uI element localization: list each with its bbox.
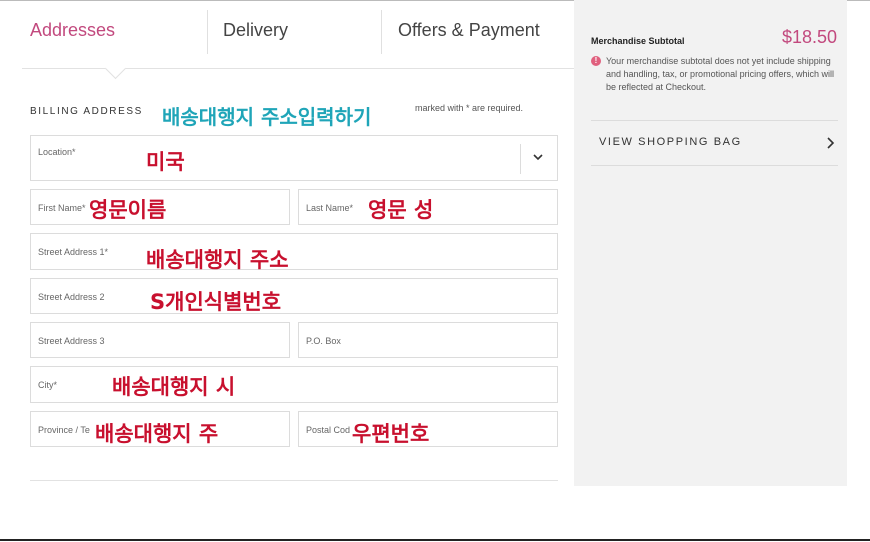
street-address-1-field[interactable]: Street Address 1* xyxy=(30,233,558,270)
merchandise-subtotal-label: Merchandise Subtotal xyxy=(591,36,685,46)
merchandise-subtotal-amount: $18.50 xyxy=(782,27,838,47)
required-note: marked with * are required. xyxy=(415,103,524,113)
po-box-label: P.O. Box xyxy=(306,336,341,346)
tab-divider xyxy=(207,10,208,54)
street-address-2-label: Street Address 2 xyxy=(38,292,105,302)
province-label: Province / Te xyxy=(38,425,90,435)
street-address-2-field[interactable]: Street Address 2 xyxy=(30,278,558,314)
location-select[interactable]: Location* xyxy=(30,135,558,181)
subtotal-info-text: Your merchandise subtotal does not yet i… xyxy=(606,56,834,92)
checkout-tabs: Addresses Delivery Offers & Payment xyxy=(22,8,574,68)
location-label: Location* xyxy=(38,147,76,157)
info-icon: ! xyxy=(591,56,601,66)
billing-address-title: BILLING ADDRESS xyxy=(30,106,143,117)
chevron-down-icon[interactable] xyxy=(531,150,545,164)
po-box-field[interactable]: P.O. Box xyxy=(298,322,558,358)
tab-addresses[interactable]: Addresses xyxy=(30,20,115,41)
summary-divider xyxy=(591,165,838,166)
select-divider xyxy=(520,144,521,174)
chevron-right-icon xyxy=(827,137,835,149)
tab-divider xyxy=(381,10,382,54)
annotation-first-name: 영문이름 xyxy=(89,198,167,222)
annotation-postal: 우편번호 xyxy=(352,422,430,446)
last-name-label: Last Name* xyxy=(306,203,354,213)
annotation-last-name: 영문 성 xyxy=(368,198,434,222)
annotation-title: 배송대행지 주소입력하기 xyxy=(162,105,372,129)
street-address-3-field[interactable]: Street Address 3 xyxy=(30,322,290,358)
annotation-street1: 배송대행지 주소 xyxy=(146,248,289,272)
view-shopping-bag-link[interactable]: VIEW SHOPPING BAG xyxy=(591,121,838,165)
frame-bottom-border xyxy=(0,539,870,541)
city-label: City* xyxy=(38,380,58,390)
first-name-label: First Name* xyxy=(38,203,86,213)
postal-code-label: Postal Cod xyxy=(306,425,351,435)
annotation-street2: S개인식별번호 xyxy=(150,290,282,314)
annotation-province: 배송대행지 주 xyxy=(95,422,219,446)
city-field[interactable]: City* xyxy=(30,366,558,403)
tab-offers-payment[interactable]: Offers & Payment xyxy=(398,20,540,41)
form-bottom-divider xyxy=(30,480,558,481)
street-address-3-label: Street Address 3 xyxy=(38,336,105,346)
tab-delivery[interactable]: Delivery xyxy=(223,20,288,41)
view-shopping-bag-label: VIEW SHOPPING BAG xyxy=(599,136,742,148)
street-address-1-label: Street Address 1* xyxy=(38,247,109,257)
order-summary-panel: Merchandise Subtotal $18.50 ! Your merch… xyxy=(574,0,847,486)
annotation-city: 배송대행지 시 xyxy=(112,375,236,399)
annotation-location: 미국 xyxy=(146,150,185,174)
